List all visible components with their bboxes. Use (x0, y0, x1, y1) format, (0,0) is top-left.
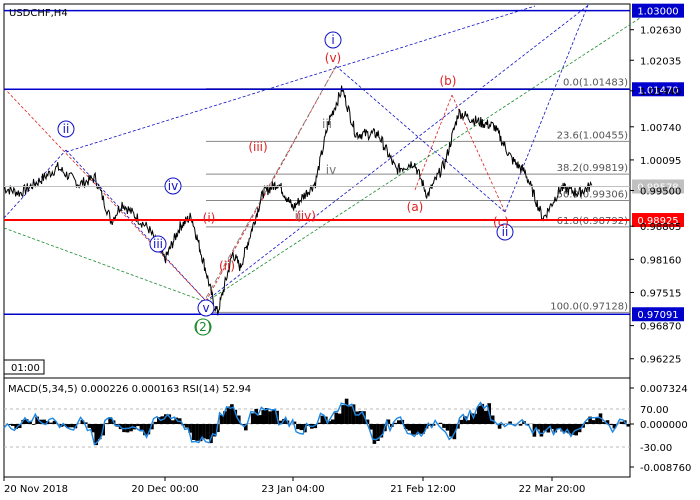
timeframe-label: 01:00 (11, 363, 40, 374)
rsi-tick-label: 70.00 (640, 405, 669, 416)
macd-bar (341, 405, 345, 424)
macd-bar (393, 422, 398, 424)
macd-bar (459, 419, 464, 424)
macd-bar (477, 405, 481, 424)
macd-bar (87, 424, 92, 428)
macd-bar (334, 412, 338, 424)
fib-label: 23.6(1.00455) (557, 130, 629, 141)
macd-bar (397, 420, 401, 424)
wave-label: (i) (203, 211, 216, 225)
price-tick-label: 1.00095 (640, 156, 681, 167)
macd-bar (372, 424, 377, 444)
macd-bar (591, 420, 596, 424)
macd-bar (11, 424, 15, 426)
price-tick-label: 0.98160 (640, 255, 681, 266)
fib-label: 61.8(0.98792) (557, 216, 629, 227)
macd-bar (299, 424, 304, 431)
macd-bar (191, 424, 196, 440)
time-tick-label: 20 Nov 2018 (4, 484, 68, 495)
price-tick-label: 1.02630 (640, 26, 681, 37)
macd-bar (136, 424, 140, 427)
macd-bar (257, 415, 262, 424)
wave-label: iii (322, 117, 332, 131)
wave-label: i (331, 33, 334, 47)
macd-bar (226, 406, 231, 424)
macd-tick-label: -0.008760 (640, 463, 691, 474)
fib-label: 100.0(0.97128) (550, 301, 628, 312)
rsi-tick-label: -30.00 (640, 443, 672, 454)
macd-bar (320, 415, 325, 424)
level-tag-label: 0.97091 (637, 310, 678, 321)
price-tick-label: 0.99500 (640, 186, 681, 197)
price-chart: 0.0(1.01483) 23.6(1.00455) 38.2(0.99819) 50… (0, 0, 700, 500)
macd-bar (268, 411, 272, 424)
macd-bar (466, 420, 471, 424)
time-tick-label: 22 Mar 20:00 (519, 484, 586, 495)
macd-bar (410, 424, 415, 435)
macd-bar (344, 398, 349, 424)
fib-label: 50.0(0.99306) (557, 189, 629, 200)
wave-label: (b) (440, 74, 457, 88)
macd-bar (518, 424, 523, 426)
wave-label: iv (168, 179, 178, 193)
macd-bar (104, 423, 109, 424)
macd-bar (296, 424, 300, 430)
macd-bar (254, 408, 258, 424)
price-tick-label: 1.00740 (640, 123, 681, 134)
time-tick-label: 20 Dec 00:00 (131, 484, 198, 495)
macd-bar (348, 406, 352, 424)
price-tick-label: 0.96870 (640, 322, 681, 333)
chart-title: USDCHF,H4 (9, 8, 68, 19)
time-tick-label: 23 Jan 04:00 (261, 484, 324, 495)
wave-label: (iii) (248, 140, 267, 154)
macd-tick-label: 0.000000 (640, 420, 688, 431)
macd-bar (31, 424, 36, 425)
price-tick-label: 1.01440 (640, 87, 681, 98)
macd-bar (70, 424, 74, 428)
wave-label: (a) (407, 200, 424, 214)
wave-label: ii (63, 122, 70, 136)
fib-label: 38.2(0.99819) (557, 163, 629, 174)
macd-bar (355, 411, 359, 424)
macd-bar (261, 410, 265, 424)
wave-label: ii (295, 209, 302, 223)
macd-bar (337, 413, 342, 424)
time-tick-label: 21 Feb 12:00 (390, 484, 456, 495)
macd-bar (626, 424, 631, 427)
price-tick-label: 0.96225 (640, 355, 681, 366)
wave-label: iv (326, 163, 336, 177)
wave-label: iii (153, 237, 163, 251)
macd-bar (330, 419, 335, 424)
macd-bar (170, 420, 175, 424)
wave-label: v (202, 301, 209, 315)
macd-bar (539, 424, 544, 437)
level-tag-label: 1.03000 (637, 7, 678, 18)
macd-bar (184, 424, 189, 428)
macd-bar (153, 421, 158, 424)
macd-bar (407, 424, 411, 431)
macd-bar (445, 424, 450, 431)
macd-bar (483, 410, 488, 424)
wave-label: (2) (195, 320, 212, 334)
wave-label: (ii) (219, 259, 235, 273)
macd-bar (205, 424, 210, 440)
macd-tick-label: 0.007324 (640, 384, 688, 395)
wave-label: (c) (493, 215, 509, 229)
macd-bar (442, 424, 446, 428)
macd-bar (271, 409, 276, 424)
macd-bar (202, 424, 206, 439)
macd-bar (449, 424, 453, 437)
wave-label: (v) (325, 51, 341, 65)
macd-bar (250, 413, 255, 424)
price-tick-label: 0.98805 (640, 222, 681, 233)
fib-label: 0.0(1.01483) (563, 78, 628, 89)
macd-bar (49, 422, 53, 424)
price-tick-label: 1.02035 (640, 56, 681, 67)
macd-bar (619, 421, 624, 424)
macd-bar (438, 422, 443, 424)
indicator-label: MACD(5,34,5) 0.000226 0.000163 RSI(14) 5… (8, 384, 251, 395)
price-tick-label: 0.97515 (640, 288, 681, 299)
macd-bar (195, 424, 199, 441)
